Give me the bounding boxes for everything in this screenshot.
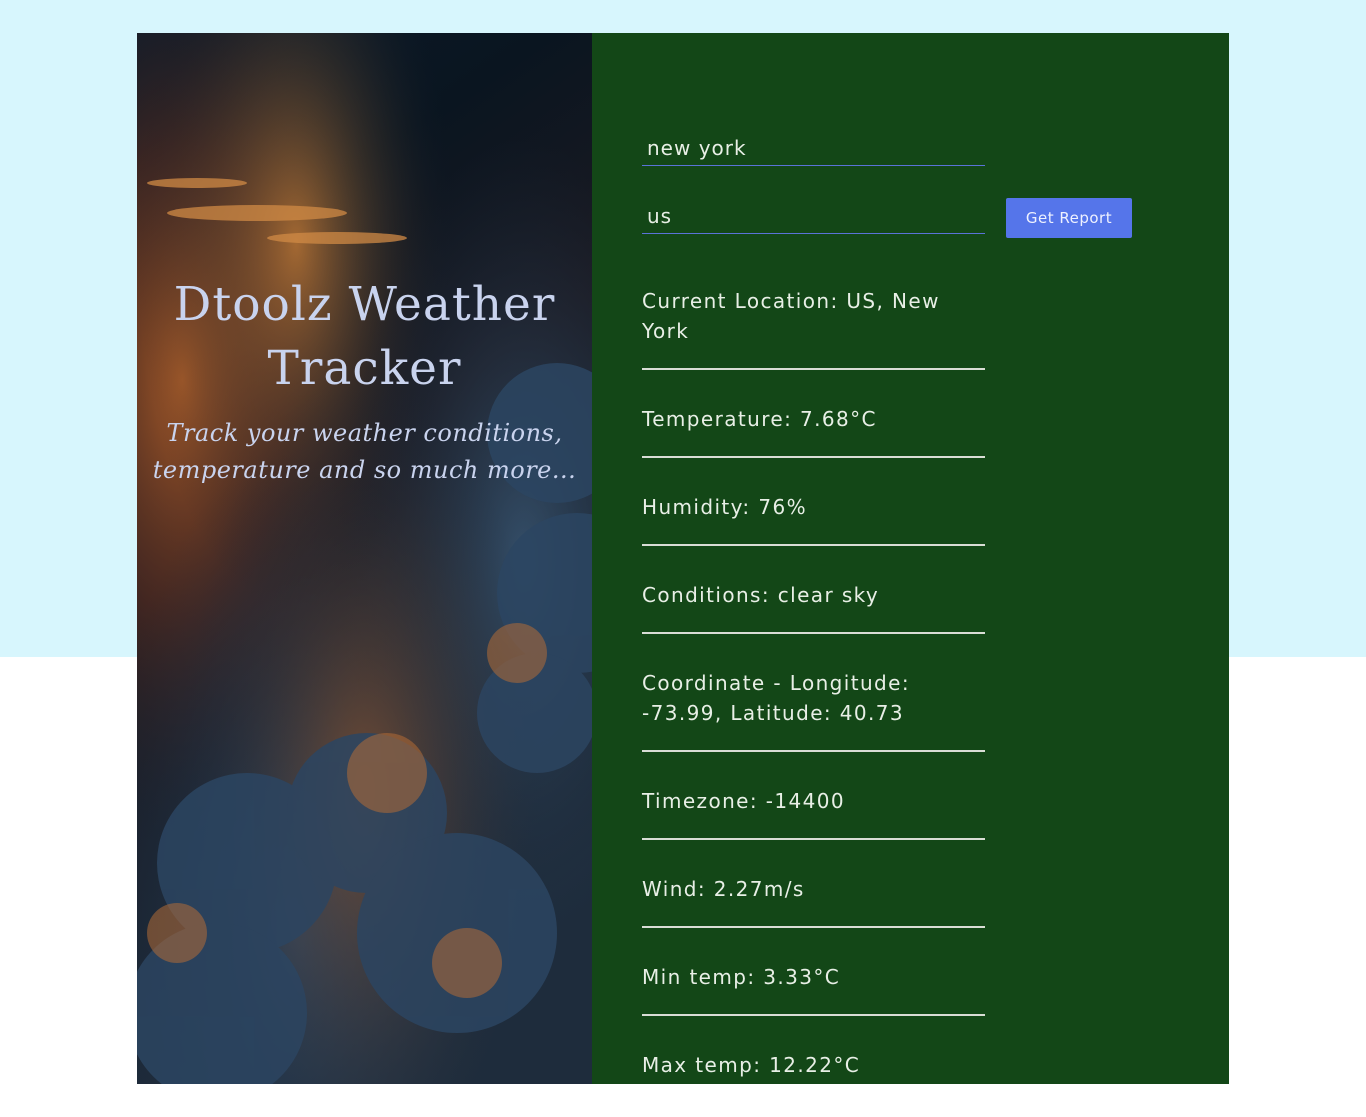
report-item-location: Current Location: US, New York bbox=[642, 281, 985, 370]
weather-report-list: Current Location: US, New York Temperatu… bbox=[642, 281, 985, 1084]
hero-text-block: Dtoolz Weather Tracker Track your weathe… bbox=[137, 273, 592, 489]
app-subtitle: Track your weather conditions, temperatu… bbox=[152, 419, 577, 484]
hero-panel: Dtoolz Weather Tracker Track your weathe… bbox=[137, 33, 592, 1084]
city-field bbox=[642, 130, 985, 166]
report-item-humidity: Humidity: 76% bbox=[642, 458, 985, 546]
weather-card: Dtoolz Weather Tracker Track your weathe… bbox=[137, 33, 1229, 1084]
report-item-min-temp: Min temp: 3.33°C bbox=[642, 928, 985, 1016]
country-input[interactable] bbox=[642, 198, 985, 233]
report-item-conditions: Conditions: clear sky bbox=[642, 546, 985, 634]
get-report-button[interactable]: Get Report bbox=[1006, 198, 1132, 238]
report-item-temperature: Temperature: 7.68°C bbox=[642, 370, 985, 458]
country-field bbox=[642, 198, 985, 234]
report-item-coordinates: Coordinate - Longitude: -73.99, Latitude… bbox=[642, 634, 985, 752]
clouds-background-image bbox=[137, 33, 592, 1084]
report-item-timezone: Timezone: -14400 bbox=[642, 752, 985, 840]
app-title: Dtoolz Weather Tracker bbox=[173, 277, 556, 396]
report-item-wind: Wind: 2.27m/s bbox=[642, 840, 985, 928]
report-item-max-temp: Max temp: 12.22°C bbox=[642, 1053, 861, 1077]
report-panel: Get Report Current Location: US, New Yor… bbox=[592, 33, 1229, 1084]
city-input[interactable] bbox=[642, 130, 985, 165]
